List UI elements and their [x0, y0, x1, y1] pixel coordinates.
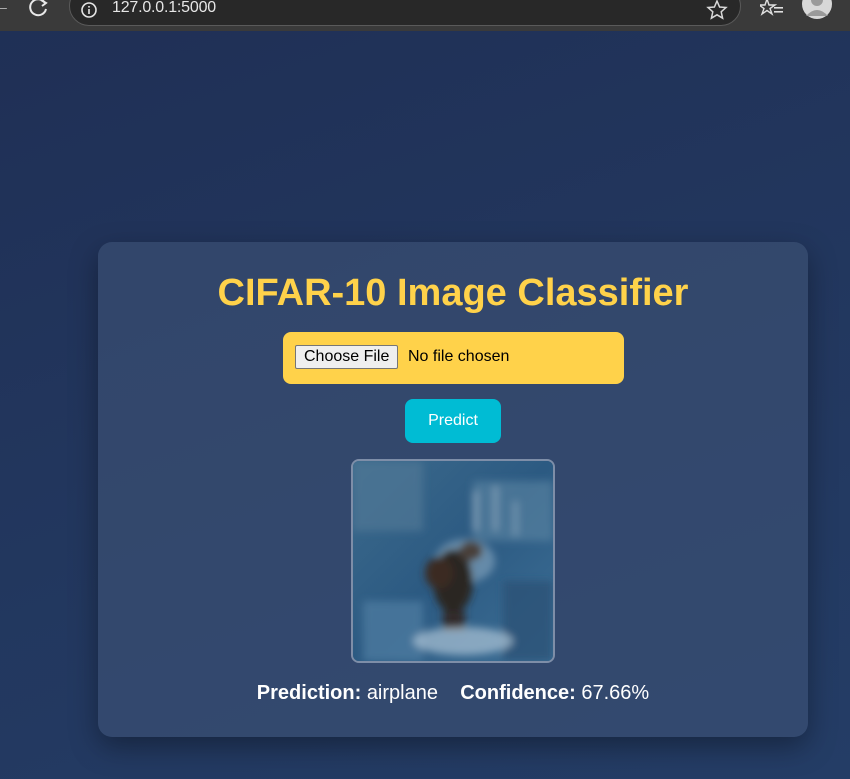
confidence-value: 67.66% — [581, 682, 650, 704]
reading-list-icon[interactable] — [760, 0, 784, 20]
prediction-label: Prediction: — [256, 682, 362, 704]
page-title: CIFAR-10 Image Classifier — [217, 272, 689, 314]
star-icon[interactable] — [706, 0, 728, 21]
choose-file-button[interactable]: Choose File — [295, 345, 399, 369]
predict-button[interactable]: Predict — [405, 399, 501, 443]
address-bar[interactable]: 127.0.0.1:5000 — [69, 0, 741, 26]
prediction-value: airplane — [366, 682, 438, 704]
confidence-label: Confidence: — [460, 682, 576, 704]
file-upload[interactable]: Choose File No file chosen — [283, 332, 624, 384]
back-icon[interactable]: ← — [0, 0, 10, 20]
uploaded-image — [353, 461, 553, 661]
url-text[interactable]: 127.0.0.1:5000 — [112, 0, 216, 17]
profile-icon[interactable] — [801, 0, 833, 20]
classifier-card: CIFAR-10 Image Classifier Choose File No… — [98, 242, 808, 737]
reload-icon[interactable] — [28, 0, 50, 18]
file-status: No file chosen — [408, 348, 510, 365]
image-preview — [351, 459, 555, 663]
info-icon[interactable] — [80, 1, 98, 19]
prediction-result: Prediction: airplane Confidence: 67.66% — [98, 682, 808, 705]
browser-toolbar: ← 127.0.0.1:5000 — [0, 0, 850, 31]
